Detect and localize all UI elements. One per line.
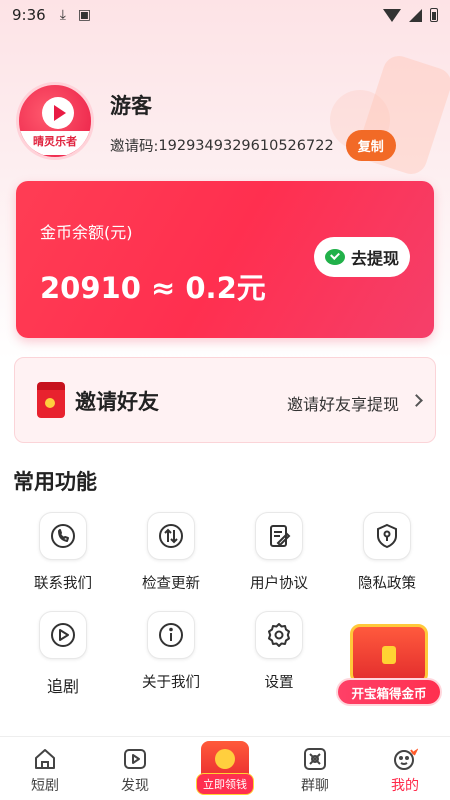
function-label: 用户协议 xyxy=(250,576,308,592)
info-icon xyxy=(147,611,195,659)
function-user-agreement[interactable]: 用户协议 xyxy=(229,512,329,593)
functions-title: 常用功能 xyxy=(13,470,97,494)
function-follow-drama[interactable]: 追剧 xyxy=(13,611,113,697)
nav-item-group-chat[interactable]: 群聊 xyxy=(270,737,360,800)
battery-icon xyxy=(430,8,438,22)
profile-section: 晴灵乐者 游客 邀请码: 1929349329610526722 复制 xyxy=(16,82,436,162)
invite-title: 邀请好友 xyxy=(75,390,159,414)
balance-value: 20910 ≈ 0.2元 xyxy=(40,271,266,305)
withdraw-label: 去提现 xyxy=(350,249,399,268)
treasure-chest-widget[interactable]: 开宝箱得金币 xyxy=(336,612,442,708)
play-icon xyxy=(39,611,87,659)
avatar[interactable]: 晴灵乐者 xyxy=(16,82,94,160)
function-label: 追剧 xyxy=(46,677,79,696)
balance-card: 金币余额(元) 20910 ≈ 0.2元 去提现 xyxy=(16,181,434,338)
function-label: 检查更新 xyxy=(142,576,200,592)
notification-icon: ▣ xyxy=(77,7,92,23)
nav-item-profile[interactable]: 我的 xyxy=(360,737,450,800)
nav-label: 群聊 xyxy=(301,778,329,794)
balance-label: 金币余额(元) xyxy=(40,223,133,242)
open-chest-button[interactable]: 开宝箱得金币 xyxy=(336,678,442,706)
gear-icon xyxy=(255,611,303,659)
copy-button[interactable]: 复制 xyxy=(345,130,396,161)
document-icon xyxy=(255,512,303,560)
status-bar: 9:36 ⤓ ▣ xyxy=(0,0,450,30)
function-contact-us[interactable]: 联系我们 xyxy=(13,512,113,593)
invite-code-row: 邀请码: 1929349329610526722 复制 xyxy=(110,130,396,161)
signal-icon xyxy=(409,8,422,22)
avatar-brand-text: 晴灵乐者 xyxy=(19,131,91,155)
nav-label: 发现 xyxy=(121,778,149,794)
home-icon xyxy=(31,745,59,773)
invite-subtitle: 邀请好友享提现 xyxy=(286,395,399,414)
bottom-navigation: 短剧 发现 立即领钱 群聊 我的 xyxy=(0,736,450,800)
function-label: 联系我们 xyxy=(34,576,92,592)
function-label: 设置 xyxy=(264,675,294,691)
discover-icon xyxy=(121,745,149,773)
function-check-update[interactable]: 检查更新 xyxy=(121,512,221,593)
wechat-icon xyxy=(324,249,345,265)
nav-label: 立即领钱 xyxy=(196,773,254,795)
profile-icon xyxy=(391,745,419,773)
nav-item-short-drama[interactable]: 短剧 xyxy=(0,737,90,800)
nav-item-discover[interactable]: 发现 xyxy=(90,737,180,800)
invite-code: 1929349329610526722 xyxy=(158,137,334,154)
withdraw-button[interactable]: 去提现 xyxy=(314,237,410,277)
nav-item-earn-money[interactable]: 立即领钱 xyxy=(180,737,270,800)
function-settings[interactable]: 设置 xyxy=(229,611,329,692)
privacy-icon xyxy=(363,512,411,560)
update-icon xyxy=(147,512,195,560)
username: 游客 xyxy=(110,94,152,118)
wifi-icon xyxy=(383,8,401,22)
invite-code-label: 邀请码: xyxy=(110,139,159,155)
red-envelope-icon xyxy=(37,382,65,418)
invite-friends-card[interactable]: 邀请好友 邀请好友享提现 xyxy=(14,357,436,443)
function-label: 关于我们 xyxy=(142,675,200,691)
function-privacy-policy[interactable]: 隐私政策 xyxy=(337,512,437,593)
group-chat-icon xyxy=(301,745,329,773)
chest-lock-icon xyxy=(382,646,396,664)
nav-label: 我的 xyxy=(391,778,419,794)
function-label: 隐私政策 xyxy=(358,576,416,592)
download-icon: ⤓ xyxy=(59,7,66,23)
nav-label: 短剧 xyxy=(31,778,59,794)
logo-play-icon xyxy=(42,97,74,129)
chevron-right-icon xyxy=(410,394,423,407)
status-time: 9:36 xyxy=(12,6,46,24)
function-about-us[interactable]: 关于我们 xyxy=(121,611,221,692)
phone-icon xyxy=(39,512,87,560)
